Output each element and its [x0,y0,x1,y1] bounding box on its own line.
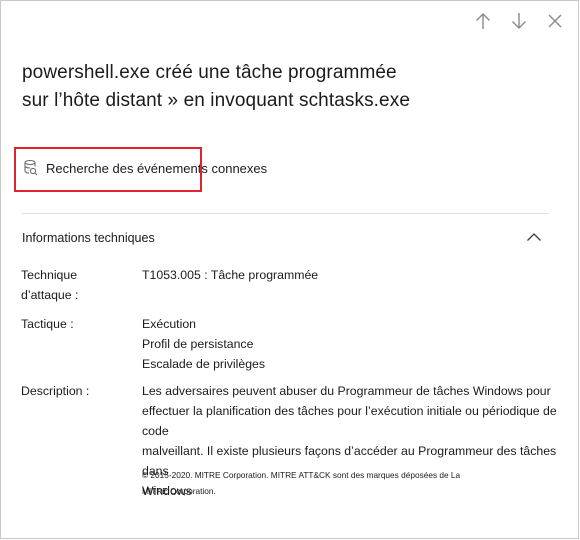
tactic-row: Tactique : Exécution Profil de persistan… [21,314,571,376]
technical-info-title: Informations techniques [22,231,155,245]
chevron-up-icon[interactable] [526,229,542,247]
arrow-up-icon [476,13,490,29]
next-item-button[interactable] [510,11,528,31]
tactic-values: Exécution Profil de persistance Escalade… [142,314,572,374]
description-line: Les adversaires peuvent abuser du Progra… [142,384,551,398]
panel-navigation [474,11,564,31]
alert-title-line-2: sur l’hôte distant » en invoquant schtas… [22,90,410,111]
technique-label-line-2: d’attaque : [21,288,79,302]
previous-item-button[interactable] [474,11,492,31]
tactic-item: Escalade de privilèges [142,357,266,371]
close-icon [548,14,562,28]
mitre-copyright: © 2015-2020. MITRE Corporation. MITRE AT… [142,467,482,499]
alert-details-panel: powershell.exe créé une tâche programmée… [0,0,579,539]
technique-label: Technique d’attaque : [21,265,121,305]
tactic-label: Tactique : [21,317,74,331]
related-events-label: Recherche des événements connexes [46,160,268,176]
description-row: Description : Les adversaires peuvent ab… [21,381,576,498]
technique-label-line-1: Technique [21,268,78,282]
copyright-line-1: © 2015-2020. MITRE Corporation. MITRE AT… [142,470,461,480]
database-search-icon [23,159,39,177]
technique-value: T1053.005 : Tâche programmée [142,268,319,282]
tactic-item: Exécution [142,317,197,331]
arrow-down-icon [512,13,526,29]
tactic-item: Profil de persistance [142,337,254,351]
section-divider [22,213,549,214]
related-events-link[interactable]: Recherche des événements connexes [23,159,267,177]
alert-title-line-1: powershell.exe créé une tâche programmée [22,62,397,83]
close-button[interactable] [546,11,564,31]
alert-title: powershell.exe créé une tâche programmée… [22,59,442,115]
description-line: effectuer la planification des tâches po… [142,404,557,438]
copyright-line-2: MITRE Corporation. [142,486,216,496]
technique-row: Technique d’attaque : T1053.005 : Tâche … [21,265,571,307]
description-label: Description : [21,384,90,398]
technical-info-header[interactable]: Informations techniques [22,229,542,247]
